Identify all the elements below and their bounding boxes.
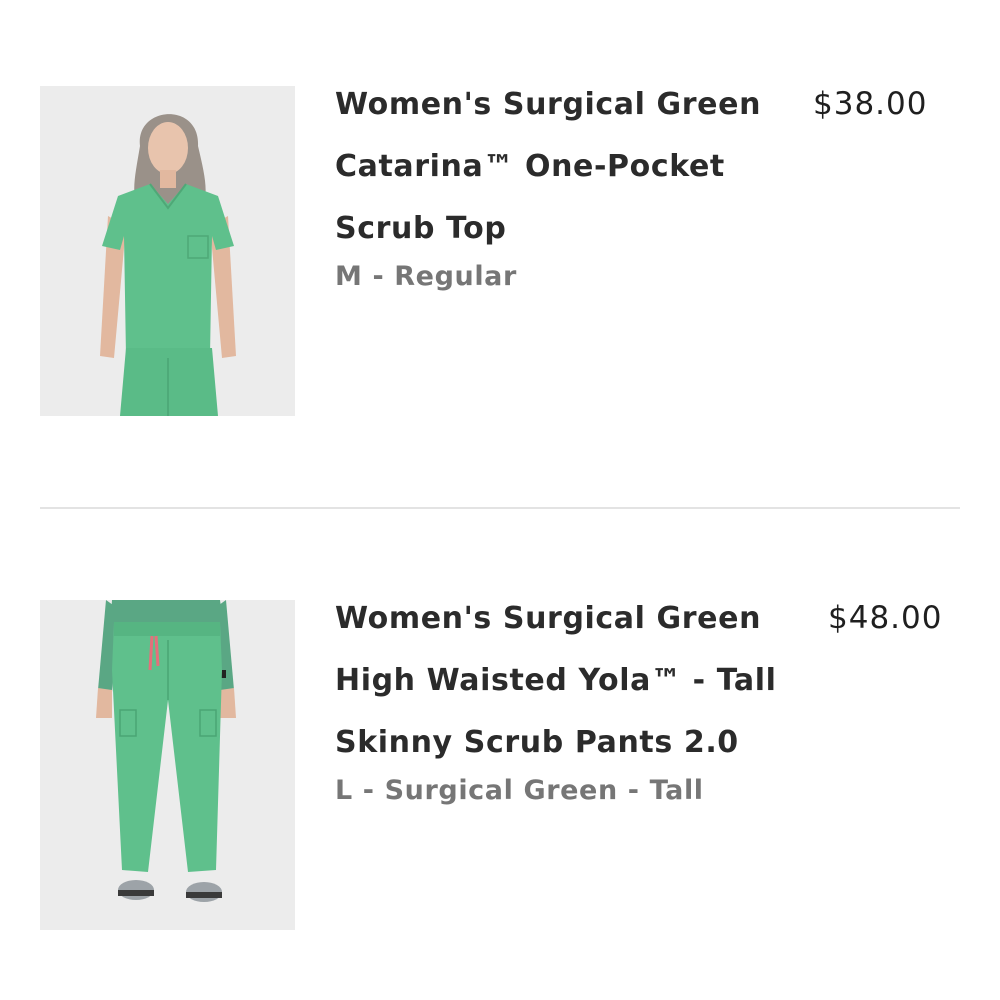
- product-price: $48.00: [828, 600, 943, 636]
- product-title-line: Catarina™ One-Pocket: [335, 149, 725, 184]
- product-title-line: Women's Surgical Green: [335, 87, 762, 122]
- product-variant: M - Regular: [335, 261, 517, 292]
- product-title-line: Skinny Scrub Pants 2.0: [335, 725, 739, 760]
- product-price: $38.00: [813, 86, 928, 122]
- product-title-line: Women's Surgical Green: [335, 601, 762, 636]
- product-title-line: High Waisted Yola™ - Tall: [335, 663, 777, 698]
- product-title[interactable]: Women's Surgical Green Catarina™ One-Poc…: [335, 74, 785, 260]
- product-title-line: Scrub Top: [335, 211, 507, 246]
- product-image-scrub-pants[interactable]: [40, 600, 295, 930]
- product-variant: L - Surgical Green - Tall: [335, 775, 704, 806]
- scrub-pants-photo-icon: [40, 600, 295, 930]
- scrub-top-photo-icon: [40, 86, 295, 416]
- product-image-scrub-top[interactable]: [40, 86, 295, 416]
- item-divider: [40, 507, 960, 509]
- product-title[interactable]: Women's Surgical Green High Waisted Yola…: [335, 588, 785, 774]
